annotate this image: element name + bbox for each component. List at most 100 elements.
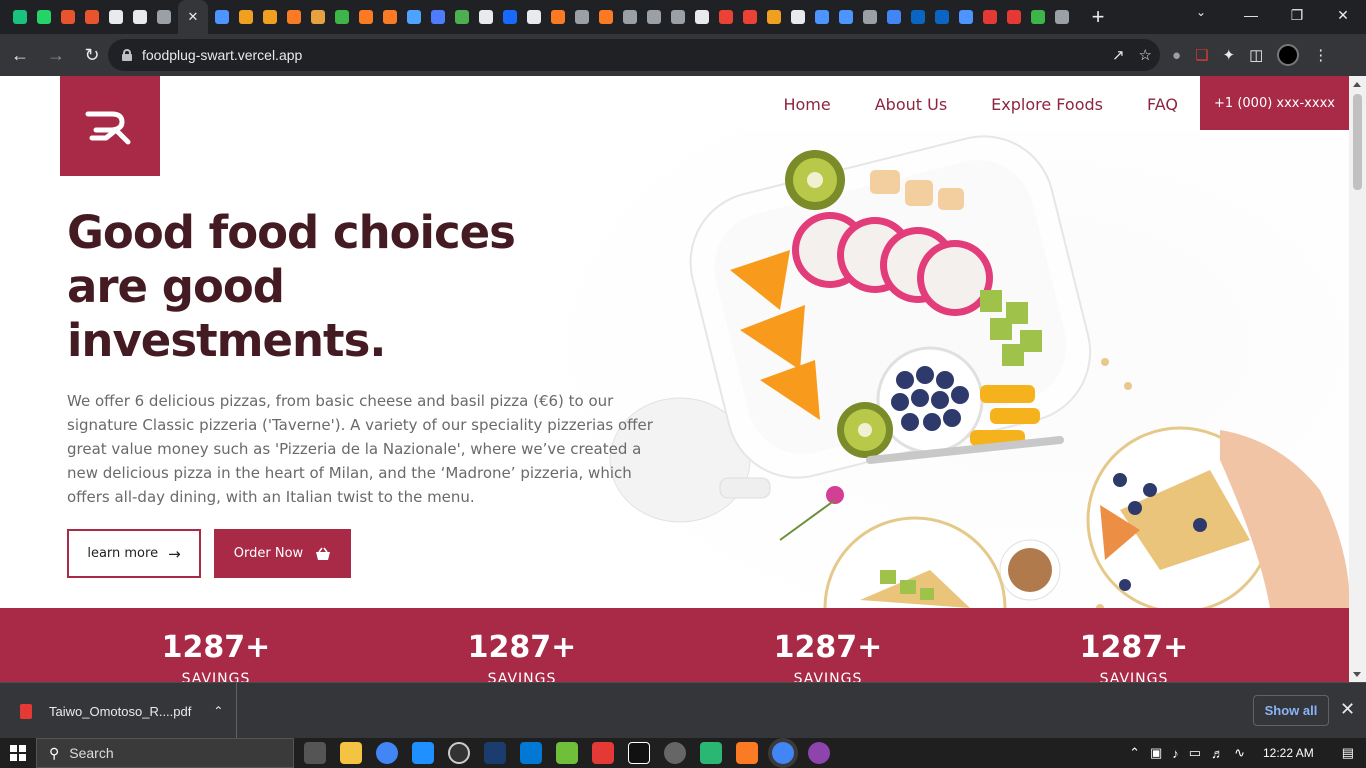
active-tab[interactable]: ✕ bbox=[178, 0, 208, 34]
url-text[interactable]: foodplug-swart.vercel.app bbox=[142, 47, 302, 63]
settings-app-icon[interactable] bbox=[664, 742, 686, 764]
obs-icon[interactable] bbox=[448, 742, 470, 764]
chrome-active-icon[interactable] bbox=[772, 742, 794, 764]
tab-gear-icon[interactable] bbox=[522, 0, 546, 34]
menu-kebab-icon[interactable]: ⋮ bbox=[1313, 46, 1328, 64]
microphone-icon[interactable]: ♪ bbox=[1172, 746, 1179, 761]
tab-p-icon[interactable] bbox=[1002, 0, 1026, 34]
tab-search-icon[interactable]: ⌄ bbox=[1196, 5, 1206, 19]
close-shelf-icon[interactable]: ✕ bbox=[1340, 699, 1355, 720]
chrome-icon[interactable] bbox=[376, 742, 398, 764]
tab-globe-icon[interactable] bbox=[152, 0, 176, 34]
chevron-up-icon[interactable]: ⌃ bbox=[213, 704, 223, 718]
lock-icon[interactable] bbox=[122, 49, 132, 61]
tab-c-icon[interactable] bbox=[954, 0, 978, 34]
address-bar[interactable]: foodplug-swart.vercel.app ↗ ☆ bbox=[108, 39, 1160, 71]
scroll-down-icon[interactable] bbox=[1353, 672, 1361, 677]
close-tab-icon[interactable]: ✕ bbox=[188, 9, 199, 25]
restore-icon[interactable]: ❐ bbox=[1274, 0, 1320, 30]
tab-chart-icon[interactable] bbox=[80, 0, 104, 34]
tab-behance-icon[interactable] bbox=[498, 0, 522, 34]
wifi-icon[interactable]: ∿ bbox=[1234, 745, 1245, 761]
tab-globe-icon[interactable] bbox=[858, 0, 882, 34]
show-all-button[interactable]: Show all bbox=[1253, 695, 1329, 726]
tab-flag-icon[interactable] bbox=[426, 0, 450, 34]
upload-app-icon[interactable] bbox=[484, 742, 506, 764]
forward-icon[interactable]: → bbox=[40, 39, 72, 71]
tab-github-icon[interactable] bbox=[104, 0, 128, 34]
tab-n-icon[interactable] bbox=[330, 0, 354, 34]
tab-chatgpt-icon[interactable] bbox=[8, 0, 32, 34]
tab-p-icon[interactable] bbox=[978, 0, 1002, 34]
tab-globe-icon[interactable] bbox=[666, 0, 690, 34]
download-item[interactable]: Taiwo_Omotoso_R....pdf ⌃ bbox=[0, 683, 237, 739]
tab-xampp-icon[interactable] bbox=[282, 0, 306, 34]
puzzle-icon[interactable]: ✦ bbox=[1223, 46, 1236, 64]
tab-globe-icon[interactable] bbox=[1050, 0, 1074, 34]
tab-gmail-icon[interactable] bbox=[738, 0, 762, 34]
tab-v-icon[interactable] bbox=[834, 0, 858, 34]
tab-badge-icon[interactable] bbox=[450, 0, 474, 34]
tab-triangle-icon[interactable] bbox=[474, 0, 498, 34]
nav-explore-foods[interactable]: Explore Foods bbox=[991, 95, 1103, 114]
notifications-icon[interactable]: ▤ bbox=[1342, 745, 1354, 761]
tab-sun-icon[interactable] bbox=[258, 0, 282, 34]
start-button[interactable] bbox=[0, 738, 36, 768]
extension-icon[interactable]: ● bbox=[1172, 47, 1181, 64]
page-scrollbar[interactable] bbox=[1349, 76, 1366, 682]
scroll-up-icon[interactable] bbox=[1353, 82, 1361, 87]
wps-icon[interactable] bbox=[592, 742, 614, 764]
tab-globe-icon[interactable] bbox=[642, 0, 666, 34]
order-now-button[interactable]: Order Now bbox=[214, 529, 351, 578]
volume-icon[interactable]: ♬ bbox=[1211, 746, 1224, 761]
tab-grid-icon[interactable] bbox=[402, 0, 426, 34]
tab-rainbow-icon[interactable] bbox=[306, 0, 330, 34]
tab-xampp-icon[interactable] bbox=[546, 0, 570, 34]
copy-extension-icon[interactable]: ❏ bbox=[1195, 46, 1208, 64]
site-logo[interactable] bbox=[60, 76, 160, 176]
tab-linkedin-icon[interactable] bbox=[930, 0, 954, 34]
back-icon[interactable]: ← bbox=[4, 39, 36, 71]
tab-sun-icon[interactable] bbox=[234, 0, 258, 34]
vscode-icon[interactable] bbox=[520, 742, 542, 764]
tab-globe-icon[interactable] bbox=[210, 0, 234, 34]
nav-faq[interactable]: FAQ bbox=[1147, 95, 1178, 114]
share-icon[interactable]: ↗ bbox=[1112, 46, 1125, 64]
tab-hex-icon[interactable] bbox=[786, 0, 810, 34]
bookmark-star-icon[interactable]: ☆ bbox=[1139, 46, 1152, 64]
side-panel-icon[interactable]: ◫ bbox=[1249, 46, 1263, 64]
pycharm-icon[interactable] bbox=[628, 742, 650, 764]
network-device-icon[interactable]: ▣ bbox=[1150, 745, 1162, 761]
tab-xampp-icon[interactable] bbox=[354, 0, 378, 34]
github-desktop-icon[interactable] bbox=[808, 742, 830, 764]
tab-xampp-icon[interactable] bbox=[594, 0, 618, 34]
new-tab-button[interactable]: + bbox=[1088, 4, 1108, 30]
tab-globe-icon[interactable] bbox=[570, 0, 594, 34]
photos-icon[interactable] bbox=[700, 742, 722, 764]
tab-linkedin-icon[interactable] bbox=[906, 0, 930, 34]
system-clock[interactable]: 12:22 AM bbox=[1263, 746, 1314, 760]
tab-globe-icon[interactable] bbox=[618, 0, 642, 34]
tab-triangle-icon[interactable] bbox=[128, 0, 152, 34]
tab-v-icon[interactable] bbox=[1026, 0, 1050, 34]
nav-home[interactable]: Home bbox=[783, 95, 830, 114]
learn-more-button[interactable]: learn more → bbox=[67, 529, 201, 578]
tab-gmail-icon[interactable] bbox=[714, 0, 738, 34]
store-icon[interactable] bbox=[412, 742, 434, 764]
tab-whatsapp-icon[interactable] bbox=[32, 0, 56, 34]
tray-expand-icon[interactable]: ⌃ bbox=[1129, 745, 1140, 761]
scroll-thumb[interactable] bbox=[1353, 94, 1362, 190]
minimize-icon[interactable]: — bbox=[1228, 0, 1274, 30]
tab-xampp-icon[interactable] bbox=[378, 0, 402, 34]
tab-v-icon[interactable] bbox=[810, 0, 834, 34]
nav-about-us[interactable]: About Us bbox=[875, 95, 947, 114]
tab-google-icon[interactable] bbox=[882, 0, 906, 34]
reload-icon[interactable]: ↻ bbox=[76, 39, 108, 71]
profile-avatar[interactable] bbox=[1277, 44, 1300, 66]
app-green-icon[interactable] bbox=[556, 742, 578, 764]
phone-button[interactable]: +1 (000) xxx-xxxx bbox=[1200, 76, 1349, 130]
taskbar-search[interactable]: ⚲ Search bbox=[36, 738, 294, 768]
task-view-icon[interactable] bbox=[304, 742, 326, 764]
close-window-icon[interactable]: ✕ bbox=[1320, 0, 1366, 30]
battery-icon[interactable]: ▭ bbox=[1189, 745, 1201, 761]
